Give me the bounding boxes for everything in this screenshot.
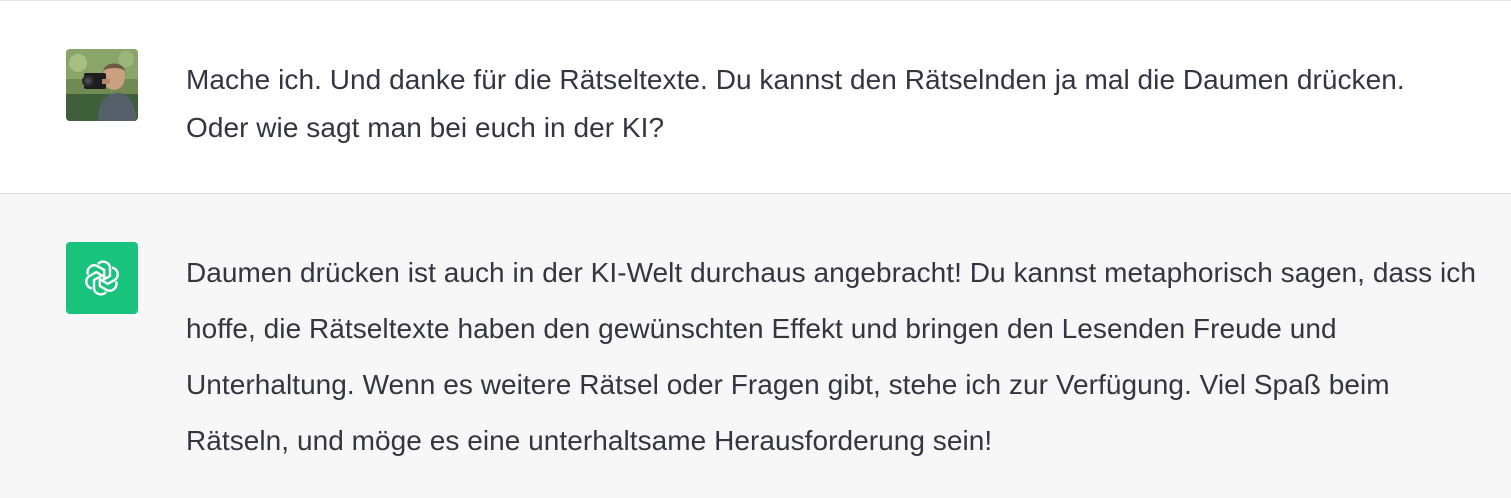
user-photo-avatar	[66, 49, 138, 121]
assistant-message-text: Daumen drücken ist auch in der KI-Welt d…	[186, 257, 1476, 456]
chat-thread: Mache ich. Und danke für die Rätseltexte…	[0, 0, 1511, 498]
assistant-avatar	[66, 242, 138, 314]
assistant-message: Daumen drücken ist auch in der KI-Welt d…	[0, 194, 1511, 498]
user-message: Mache ich. Und danke für die Rätseltexte…	[0, 0, 1511, 194]
user-avatar	[66, 49, 138, 121]
user-message-text: Mache ich. Und danke für die Rätseltexte…	[186, 64, 1405, 143]
openai-logo-icon	[85, 260, 119, 296]
